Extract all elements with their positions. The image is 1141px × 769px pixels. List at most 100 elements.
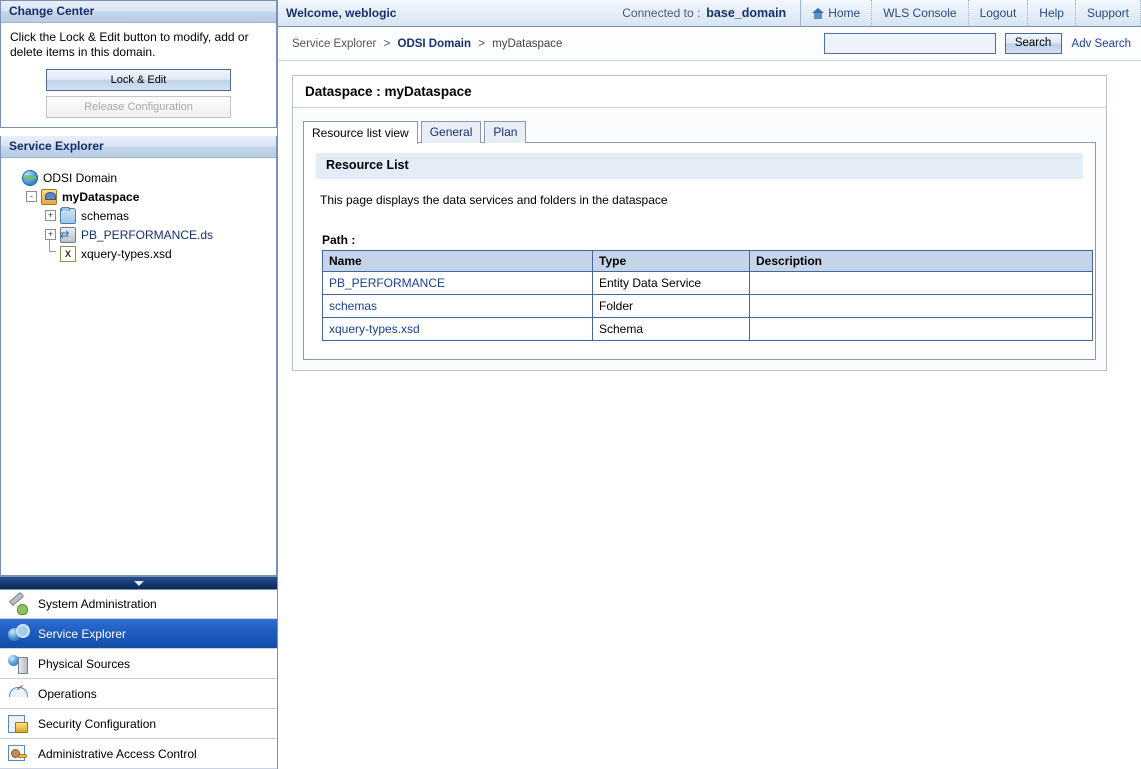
- sidebar-item-label: Service Explorer: [38, 626, 127, 641]
- change-center-panel: Change Center Click the Lock & Edit butt…: [0, 0, 277, 128]
- sidebar-item-administrative-access-control[interactable]: Administrative Access Control: [0, 739, 277, 769]
- top-nav-label: Home: [828, 6, 861, 20]
- schema-icon: [60, 245, 76, 262]
- operations-icon: [8, 684, 28, 704]
- search-box: Search Adv Search: [823, 33, 1131, 54]
- sidebar-item-physical-sources[interactable]: Physical Sources: [0, 649, 277, 679]
- physical-sources-icon: [8, 654, 28, 674]
- sidebar-item-label: Operations: [38, 686, 97, 701]
- dataspace-icon: [41, 188, 57, 205]
- top-nav-wls-console[interactable]: WLS Console: [872, 0, 969, 26]
- cell-type: Schema: [592, 317, 750, 341]
- top-nav-help[interactable]: Help: [1028, 0, 1076, 26]
- cell-name: xquery-types.xsd: [322, 317, 593, 341]
- service-explorer-panel: Service Explorer ODSI Domain - myDataspace…: [0, 136, 277, 576]
- tab-general[interactable]: General: [420, 121, 482, 143]
- tree-node-label[interactable]: schemas: [81, 209, 129, 223]
- globe-icon: [22, 169, 38, 186]
- breadcrumb-item-odsi-domain[interactable]: ODSI Domain: [398, 38, 471, 50]
- page-title: Dataspace : myDataspace: [293, 76, 1106, 108]
- cell-description: [749, 294, 1093, 318]
- change-center-title: Change Center: [1, 1, 276, 23]
- column-header: Name: [322, 250, 593, 272]
- sidebar-item-label: Physical Sources: [38, 656, 131, 671]
- top-nav-home[interactable]: Home: [801, 0, 873, 26]
- breadcrumb-bar: Service Explorer > ODSI Domain > myDatas…: [278, 27, 1141, 61]
- expand-icon[interactable]: +: [45, 229, 56, 240]
- breadcrumb-item-service-explorer[interactable]: Service Explorer: [292, 38, 376, 50]
- table-row: schemas Folder: [322, 294, 1093, 318]
- administrative-access-control-icon: [8, 744, 28, 764]
- cell-description: [749, 271, 1093, 295]
- search-input[interactable]: [823, 33, 996, 54]
- tree-elbow: [45, 240, 56, 263]
- tab-panel-resource-list-view: Resource List This page displays the dat…: [303, 142, 1096, 360]
- top-nav-label: Logout: [979, 6, 1017, 20]
- tab-zone: Resource list view General Plan Resource L…: [293, 108, 1106, 370]
- service-explorer-icon: [8, 623, 30, 644]
- sidebar-item-system-administration[interactable]: System Administration: [0, 589, 277, 619]
- sidebar-item-security-configuration[interactable]: Security Configuration: [0, 709, 277, 739]
- cell-type: Entity Data Service: [592, 271, 750, 295]
- adv-search-link[interactable]: Adv Search: [1072, 38, 1131, 50]
- application-window: Change Center Click the Lock & Edit butt…: [0, 0, 1141, 769]
- home-icon: [812, 7, 825, 19]
- table-header-row: Name Type Description: [322, 250, 1093, 272]
- top-nav-links: Home WLS Console Logout Help Support: [800, 0, 1141, 26]
- security-configuration-icon: [8, 714, 28, 734]
- tree-node-label[interactable]: myDataspace: [62, 190, 139, 204]
- cell-name: schemas: [322, 294, 593, 318]
- system-administration-icon: [8, 594, 28, 615]
- top-nav-logout[interactable]: Logout: [969, 0, 1029, 26]
- resource-link[interactable]: xquery-types.xsd: [329, 322, 420, 336]
- column-header: Description: [749, 250, 1093, 272]
- top-bar: Welcome, weblogic Connected to : base_do…: [278, 0, 1141, 27]
- nav-collapse-handle[interactable]: [0, 576, 277, 589]
- sidebar-item-service-explorer[interactable]: Service Explorer: [0, 619, 277, 649]
- top-nav-support[interactable]: Support: [1076, 0, 1141, 26]
- table-row: PB_PERFORMANCE Entity Data Service: [322, 271, 1093, 295]
- resource-list-table: Name Type Description PB_PERFORMANCE Entity…: [322, 250, 1093, 341]
- sidebar-item-operations[interactable]: Operations: [0, 679, 277, 709]
- column-header: Type: [592, 250, 750, 272]
- table-body: PB_PERFORMANCE Entity Data Service schemas…: [322, 271, 1093, 341]
- collapse-icon[interactable]: -: [26, 191, 37, 202]
- tree-node[interactable]: xquery-types.xsd: [7, 240, 270, 263]
- tree-node-label[interactable]: PB_PERFORMANCE.ds: [81, 228, 213, 242]
- content-area: Dataspace : myDataspace Resource list vi…: [278, 61, 1141, 769]
- cell-type: Folder: [592, 294, 750, 318]
- tab-strip: Resource list view General Plan: [303, 120, 1096, 144]
- tab-plan[interactable]: Plan: [484, 121, 527, 143]
- tree-node[interactable]: + PB_PERFORMANCE.ds: [7, 225, 270, 244]
- welcome-message: Welcome, weblogic: [286, 6, 397, 20]
- left-sidebar: Change Center Click the Lock & Edit butt…: [0, 0, 278, 769]
- search-button[interactable]: Search: [1004, 33, 1062, 54]
- tree-node-label[interactable]: xquery-types.xsd: [81, 247, 172, 261]
- breadcrumb-separator-1: >: [383, 37, 391, 50]
- tree-node[interactable]: ODSI Domain: [7, 168, 270, 187]
- release-configuration-button: Release Configuration: [46, 96, 231, 118]
- tree-node[interactable]: + schemas: [7, 206, 270, 225]
- cell-description: [749, 317, 1093, 341]
- tree-node[interactable]: - myDataspace: [7, 187, 270, 206]
- sidebar-item-label: Administrative Access Control: [38, 746, 197, 761]
- sidebar-item-label: System Administration: [38, 597, 157, 611]
- path-label: Path :: [322, 233, 356, 247]
- dataspace-panel: Dataspace : myDataspace Resource list vi…: [292, 75, 1107, 371]
- tree-node-label[interactable]: ODSI Domain: [43, 171, 117, 185]
- expand-icon[interactable]: +: [45, 210, 56, 221]
- breadcrumb-item-mydataspace: myDataspace: [492, 37, 563, 50]
- resource-list-description: This page displays the data services and…: [320, 193, 668, 207]
- tab-resource-list-view[interactable]: Resource list view: [303, 121, 418, 144]
- change-center-body: Click the Lock & Edit button to modify, …: [1, 23, 276, 127]
- resource-link[interactable]: schemas: [329, 299, 377, 313]
- change-center-buttons: Lock & Edit Release Configuration: [10, 69, 267, 118]
- connected-info: Connected to : base_domain: [622, 0, 800, 26]
- folder-icon: [60, 206, 76, 224]
- sidebar-item-label: Security Configuration: [38, 716, 157, 731]
- lock-and-edit-button[interactable]: Lock & Edit: [46, 69, 231, 91]
- resource-link[interactable]: PB_PERFORMANCE: [329, 276, 445, 290]
- sidebar-nav: System Administration Service Explorer Phy…: [0, 576, 277, 769]
- tab-panel-inner: Resource List This page displays the dat…: [304, 143, 1095, 359]
- resource-list-heading: Resource List: [316, 153, 1083, 179]
